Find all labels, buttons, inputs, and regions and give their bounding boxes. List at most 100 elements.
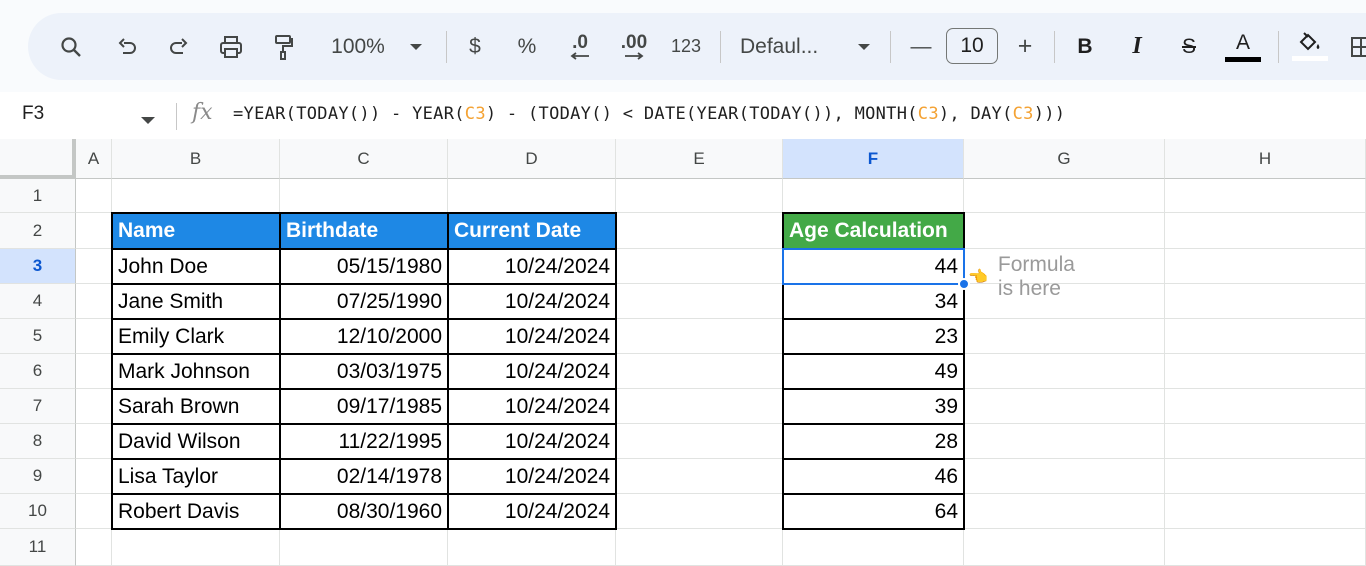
- column-header-e[interactable]: E: [616, 139, 783, 179]
- column-header-h[interactable]: H: [1165, 139, 1366, 179]
- column-header-g[interactable]: G: [964, 139, 1165, 179]
- fill-color-swatch: [1292, 56, 1328, 61]
- decrease-decimal-button[interactable]: .0: [560, 13, 600, 80]
- name-box-dropdown-icon[interactable]: [140, 112, 156, 130]
- table-cell[interactable]: 03/03/1975: [280, 354, 448, 389]
- age-cell[interactable]: 44: [783, 249, 964, 284]
- more-formats-button[interactable]: 123: [664, 13, 708, 80]
- table-cell[interactable]: 08/30/1960: [280, 494, 448, 529]
- age-cell[interactable]: 64: [783, 494, 964, 529]
- row-header-1[interactable]: 1: [0, 179, 76, 213]
- table-cell[interactable]: 09/17/1985: [280, 389, 448, 424]
- table-border: [111, 423, 617, 425]
- italic-button[interactable]: I: [1122, 13, 1152, 80]
- column-header-d[interactable]: D: [448, 139, 616, 179]
- arrow-left-icon: [570, 51, 589, 60]
- row-header-2[interactable]: 2: [0, 213, 76, 249]
- row-header-11[interactable]: 11: [0, 529, 76, 566]
- row-header-6[interactable]: 6: [0, 354, 76, 389]
- table-cell[interactable]: 10/24/2024: [448, 424, 616, 459]
- print-icon[interactable]: [212, 13, 250, 80]
- row-header-10[interactable]: 10: [0, 494, 76, 529]
- table-cell[interactable]: Lisa Taylor: [112, 459, 280, 494]
- table-cell[interactable]: Emily Clark: [112, 319, 280, 354]
- percent-format-button[interactable]: %: [512, 13, 542, 80]
- table-header-cell[interactable]: Current Date: [448, 213, 616, 249]
- table-cell[interactable]: David Wilson: [112, 424, 280, 459]
- row-header-8[interactable]: 8: [0, 424, 76, 459]
- table-border: [782, 212, 965, 214]
- table-border: [111, 212, 617, 214]
- font-dropdown-icon[interactable]: [852, 13, 876, 80]
- table-cell[interactable]: Jane Smith: [112, 284, 280, 319]
- bold-label: B: [1077, 34, 1093, 58]
- table-border: [782, 283, 965, 285]
- age-cell[interactable]: 28: [783, 424, 964, 459]
- table-cell[interactable]: 10/24/2024: [448, 284, 616, 319]
- formula-bar: F3 fx =YEAR(TODAY()) - YEAR(C3) - (TODAY…: [0, 93, 1366, 140]
- age-cell[interactable]: 23: [783, 319, 964, 354]
- table-cell[interactable]: 02/14/1978: [280, 459, 448, 494]
- row-header-3[interactable]: 3: [0, 249, 76, 284]
- age-cell[interactable]: 39: [783, 389, 964, 424]
- redo-icon[interactable]: [160, 13, 198, 80]
- search-menus-icon[interactable]: [52, 13, 90, 80]
- table-cell[interactable]: 10/24/2024: [448, 389, 616, 424]
- increase-decimal-button[interactable]: .00: [612, 13, 656, 80]
- currency-format-button[interactable]: $: [460, 13, 490, 80]
- table-cell[interactable]: 10/24/2024: [448, 319, 616, 354]
- table-cell[interactable]: 12/10/2000: [280, 319, 448, 354]
- font-select[interactable]: Defaul...: [740, 13, 852, 80]
- table-border: [963, 212, 965, 530]
- column-header-f[interactable]: F: [783, 139, 964, 179]
- table-header-cell[interactable]: Birthdate: [280, 213, 448, 249]
- decrease-font-size-button[interactable]: —: [906, 13, 936, 80]
- font-size-input[interactable]: 10: [946, 28, 998, 64]
- text-color-button[interactable]: A: [1224, 13, 1262, 80]
- table-border: [782, 212, 784, 530]
- table-cell[interactable]: 10/24/2024: [448, 459, 616, 494]
- increase-font-size-button[interactable]: +: [1010, 13, 1040, 80]
- age-cell[interactable]: 34: [783, 284, 964, 319]
- formula-input[interactable]: =YEAR(TODAY()) - YEAR(C3) - (TODAY() < D…: [233, 104, 1065, 124]
- table-cell[interactable]: 10/24/2024: [448, 494, 616, 529]
- fill-color-button[interactable]: [1290, 13, 1330, 80]
- table-cell[interactable]: 07/25/1990: [280, 284, 448, 319]
- zoom-select[interactable]: 100%: [318, 13, 398, 80]
- strikethrough-button[interactable]: S: [1174, 13, 1204, 80]
- name-box[interactable]: F3: [22, 103, 44, 125]
- zoom-dropdown-icon[interactable]: [404, 13, 428, 80]
- table-cell[interactable]: Sarah Brown: [112, 389, 280, 424]
- table-cell[interactable]: Mark Johnson: [112, 354, 280, 389]
- borders-icon[interactable]: [1346, 13, 1366, 80]
- table-cell[interactable]: 05/15/1980: [280, 249, 448, 284]
- undo-icon[interactable]: [108, 13, 146, 80]
- row-header-4[interactable]: 4: [0, 284, 76, 319]
- column-header-a[interactable]: A: [76, 139, 112, 179]
- column-header-c[interactable]: C: [280, 139, 448, 179]
- font-name: Defaul...: [740, 34, 819, 58]
- table-border: [782, 493, 965, 495]
- table-cell[interactable]: 10/24/2024: [448, 354, 616, 389]
- age-header-cell[interactable]: Age Calculation: [783, 213, 964, 249]
- table-border: [111, 212, 113, 530]
- age-cell[interactable]: 46: [783, 459, 964, 494]
- age-cell[interactable]: 49: [783, 354, 964, 389]
- table-cell[interactable]: 11/22/1995: [280, 424, 448, 459]
- formula-text: ) - (TODAY() < DATE(YEAR(TODAY()), MONTH…: [485, 104, 918, 124]
- table-cell[interactable]: Robert Davis: [112, 494, 280, 529]
- row-header-9[interactable]: 9: [0, 459, 76, 494]
- table-cell[interactable]: 10/24/2024: [448, 249, 616, 284]
- toolbar-divider: [890, 31, 891, 63]
- zoom-value: 100%: [331, 34, 385, 58]
- table-cell[interactable]: John Doe: [112, 249, 280, 284]
- table-border: [447, 212, 449, 530]
- bold-button[interactable]: B: [1070, 13, 1100, 80]
- row-header-5[interactable]: 5: [0, 319, 76, 354]
- table-border: [111, 283, 617, 285]
- row-header-7[interactable]: 7: [0, 389, 76, 424]
- paint-format-icon[interactable]: [264, 13, 302, 80]
- select-all-corner[interactable]: [0, 139, 76, 179]
- column-header-b[interactable]: B: [112, 139, 280, 179]
- table-header-cell[interactable]: Name: [112, 213, 280, 249]
